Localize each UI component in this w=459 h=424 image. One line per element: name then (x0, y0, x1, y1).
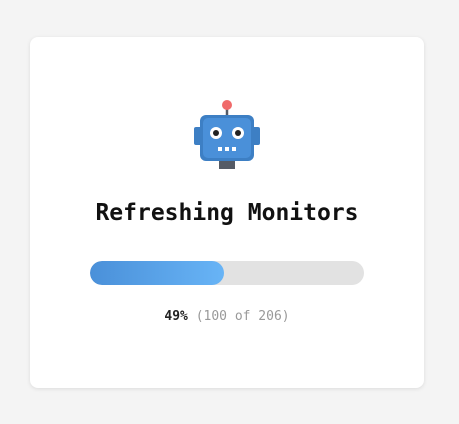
robot-icon (194, 100, 260, 169)
progress-count: (100 of 206) (195, 309, 290, 324)
progress-status: 49% (100 of 206) (30, 309, 424, 324)
page-title: Refreshing Monitors (95, 200, 359, 226)
progress-bar (90, 261, 364, 285)
progress-bar-fill (90, 261, 225, 285)
progress-card: Refreshing Monitors 49% (100 of 206) (30, 37, 424, 388)
progress-percent: 49% (164, 309, 188, 324)
